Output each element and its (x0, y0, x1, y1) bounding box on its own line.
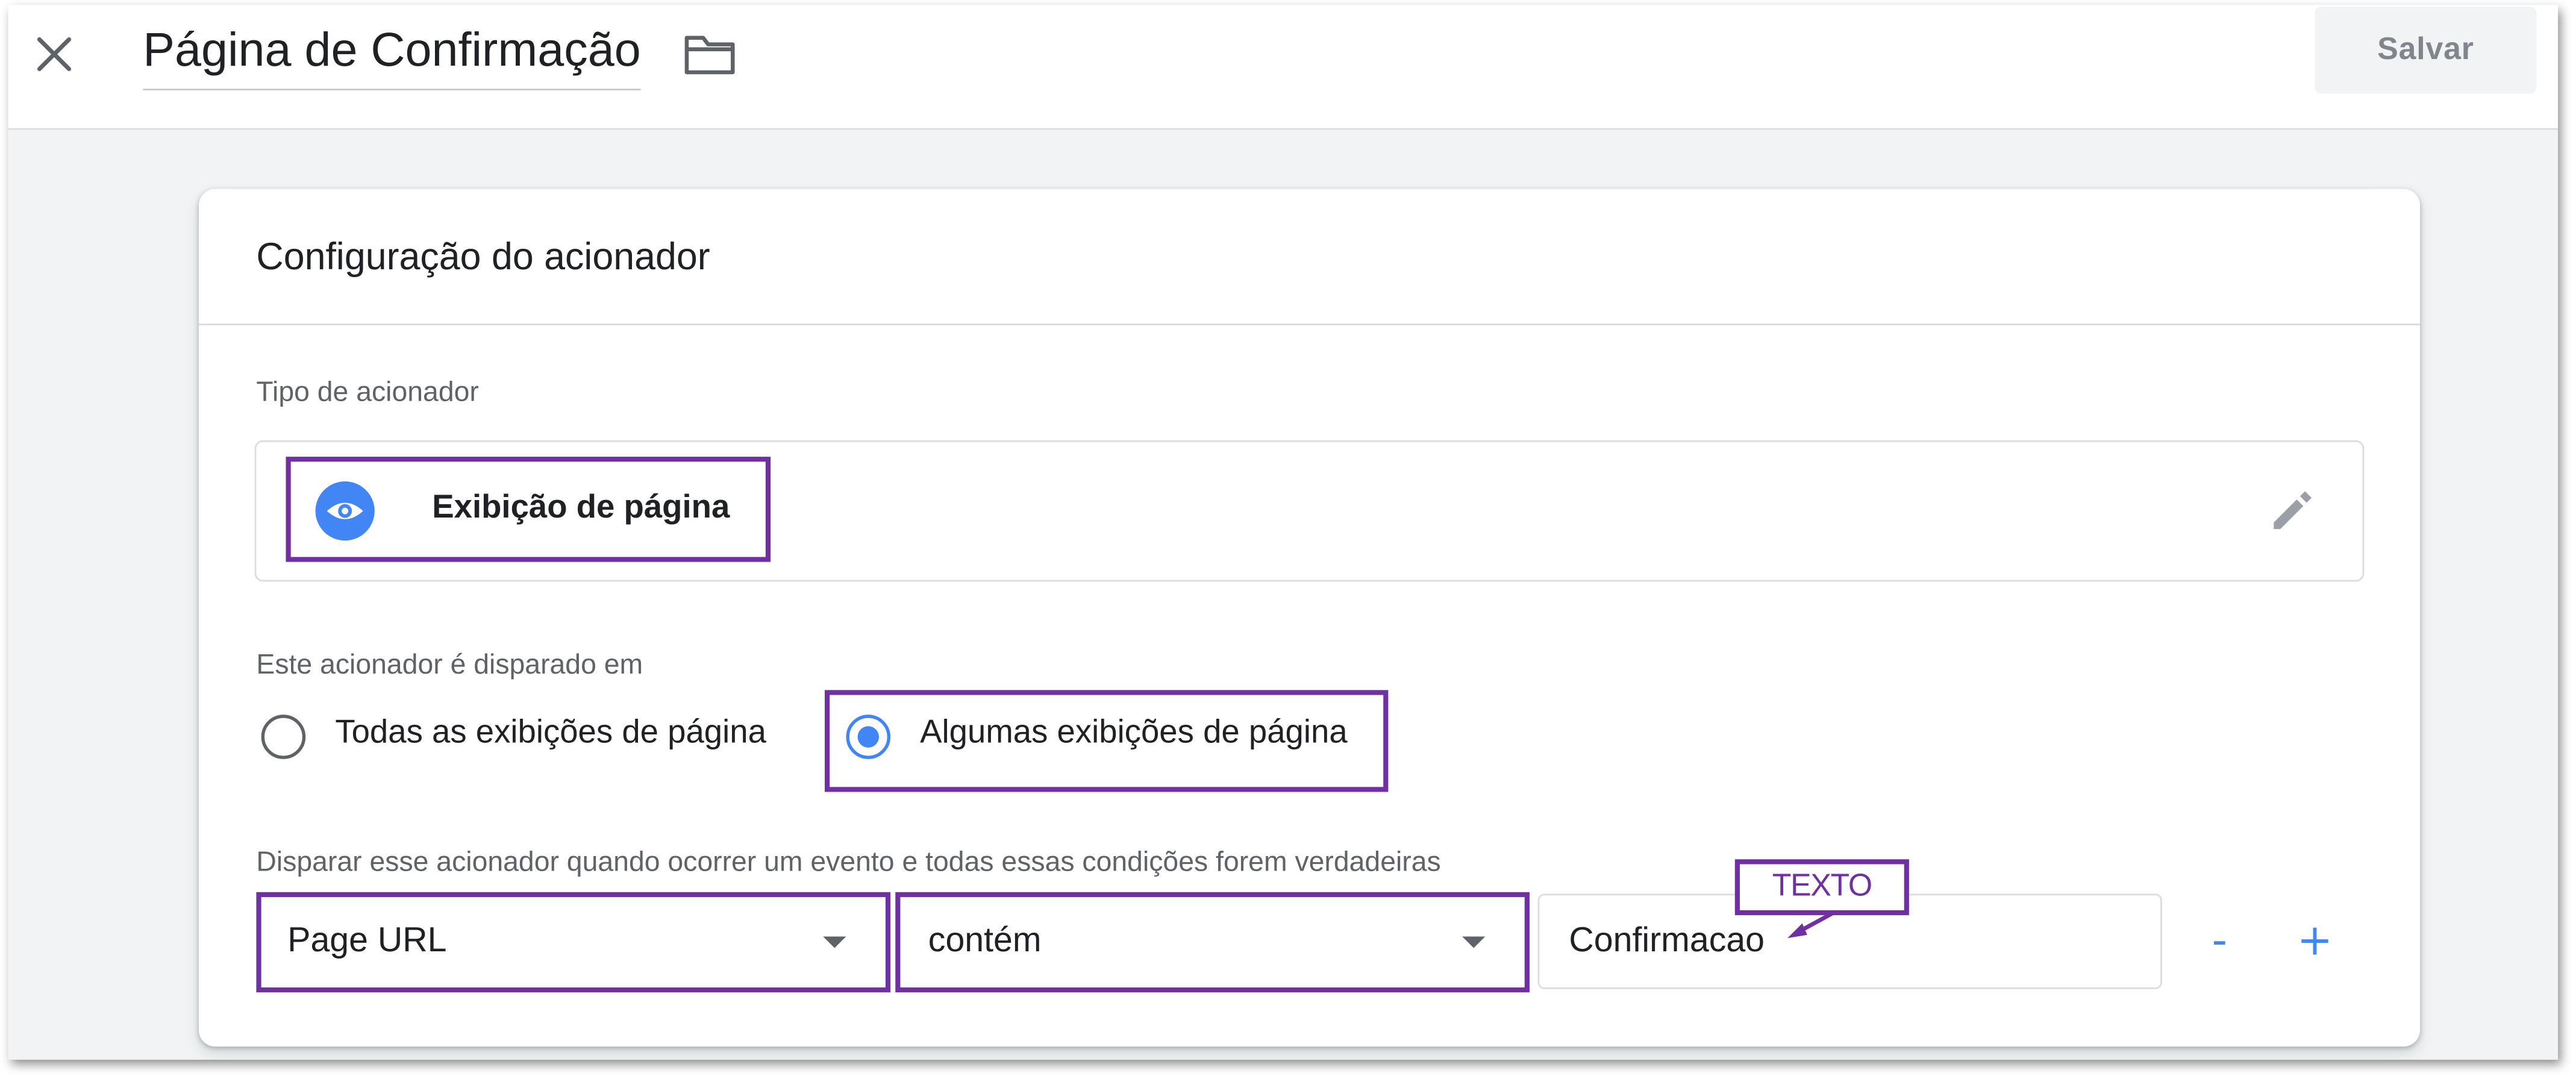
annotation-callout: TEXTO (1734, 859, 1909, 915)
chevron-down-icon (823, 936, 846, 948)
radio-some-pageviews-label: Algumas exibições de página (920, 715, 1348, 751)
trigger-name-title[interactable]: Página de Confirmação (143, 25, 641, 90)
variable-select[interactable]: Page URL (256, 895, 889, 991)
folder-icon (684, 36, 735, 75)
card-header: Configuração do acionador (198, 189, 2421, 325)
remove-condition-button[interactable]: - (2195, 917, 2244, 966)
close-button[interactable] (30, 30, 79, 79)
radio-checked (846, 715, 891, 759)
annotation-arrow-icon (1787, 910, 1836, 939)
card-title: Configuração do acionador (256, 234, 710, 278)
radio-unchecked (261, 715, 306, 759)
close-icon (37, 37, 72, 72)
operator-select[interactable]: contém (896, 895, 1530, 991)
folder-button[interactable] (682, 30, 738, 79)
editor-window: Página de Confirmação Salvar Configuraçã… (8, 5, 2559, 1060)
trigger-type-label: Tipo de acionador (256, 376, 479, 408)
eye-icon (315, 481, 375, 541)
condition-value-text: Confirmacao (1569, 921, 1765, 960)
top-bar: Página de Confirmação Salvar (8, 5, 2559, 130)
add-condition-button[interactable]: + (2290, 917, 2340, 966)
condition-label: Disparar esse acionador quando ocorrer u… (256, 846, 1441, 878)
operator-select-value: contém (928, 921, 1042, 960)
save-button[interactable]: Salvar (2315, 6, 2537, 94)
trigger-type-name: Exibição de página (432, 489, 730, 526)
fires-on-label: Este acionador é disparado em (256, 649, 643, 681)
trigger-type-selector[interactable]: Exibição de página (254, 440, 2365, 582)
chevron-down-icon (1462, 936, 1486, 948)
radio-all-pageviews[interactable]: Todas as exibições de página (261, 712, 804, 768)
trigger-config-card: Configuração do acionador Tipo de aciona… (198, 189, 2421, 1047)
pencil-icon[interactable] (2264, 483, 2320, 539)
radio-all-pageviews-label: Todas as exibições de página (335, 715, 766, 751)
radio-some-pageviews[interactable]: Algumas exibições de página (846, 712, 1388, 768)
app-root: Página de Confirmação Salvar Configuraçã… (0, 0, 2576, 1076)
annotation-label: TEXTO (1772, 869, 1872, 904)
variable-select-value: Page URL (287, 921, 447, 960)
